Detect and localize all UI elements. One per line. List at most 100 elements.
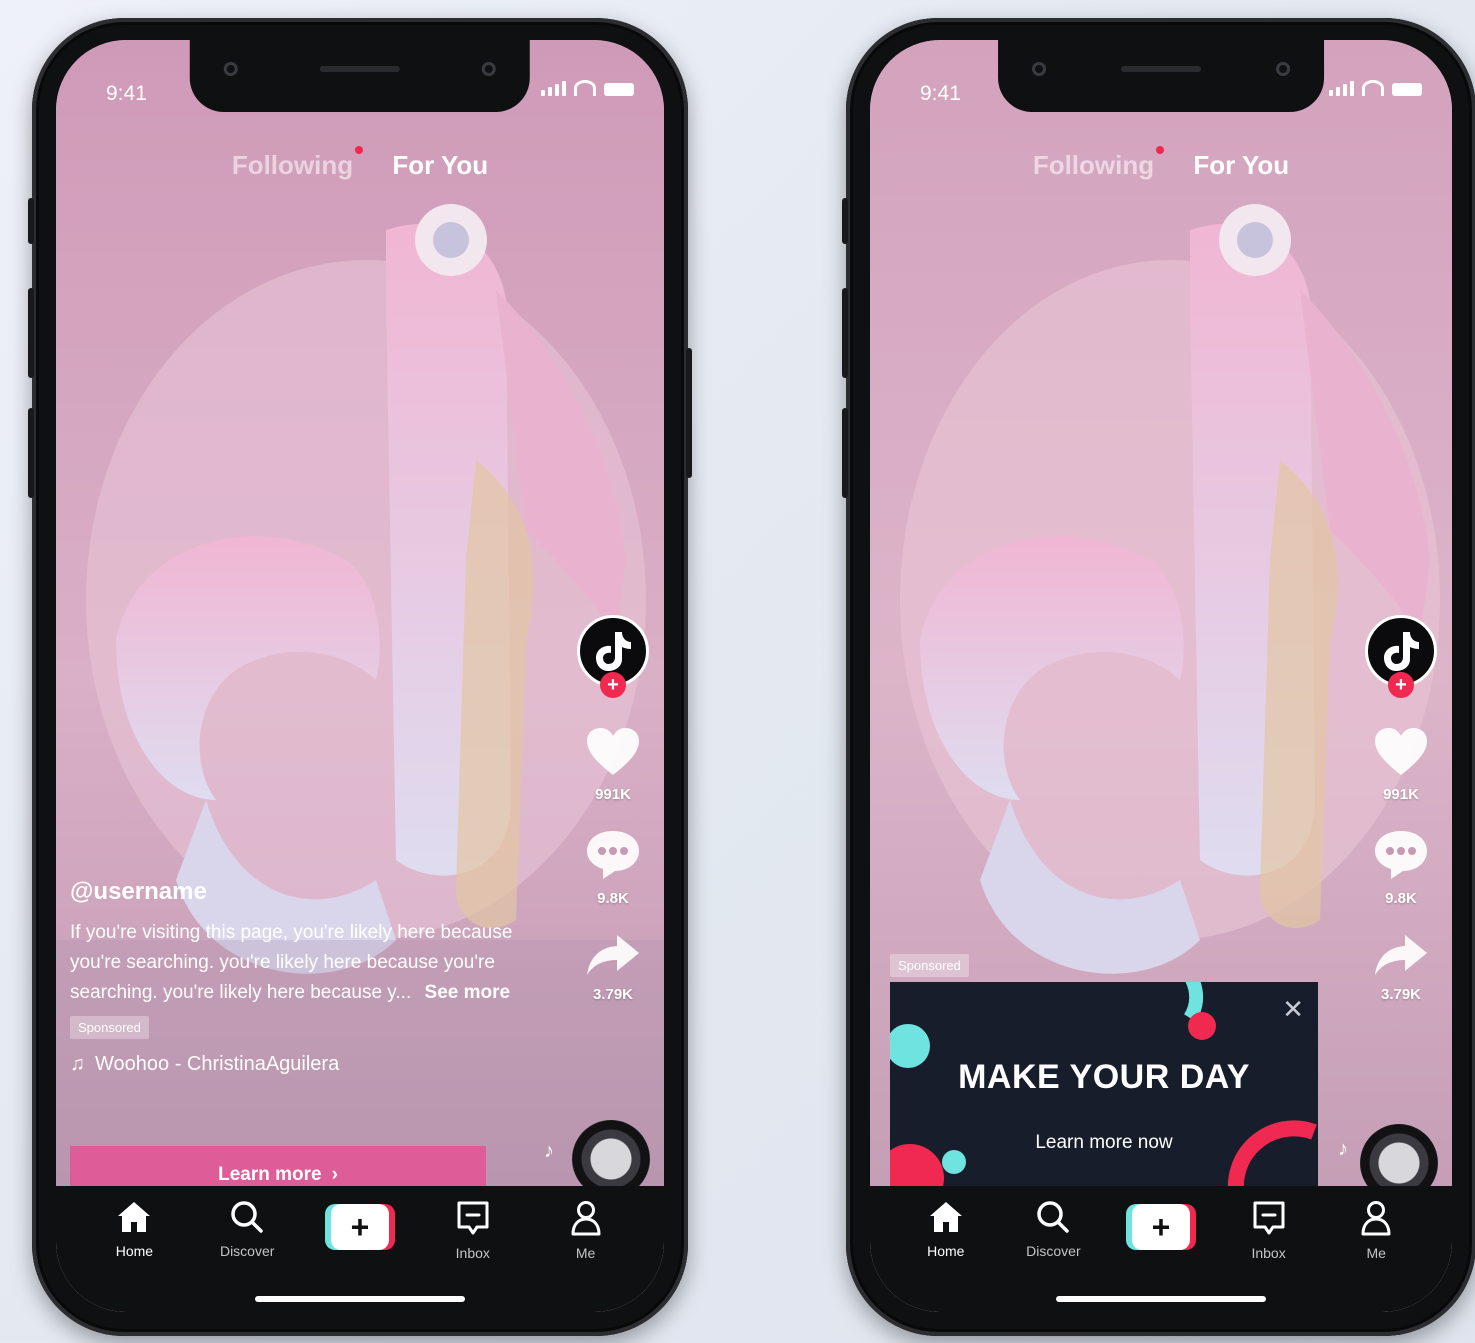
nav-create[interactable]: + [320,1200,400,1250]
comment-button[interactable]: 9.8K [1364,829,1438,907]
home-icon [118,1202,151,1232]
music-note-icon: ♪ [544,1140,554,1162]
feed-tabs: Following For You [56,146,664,181]
nav-home-label: Home [927,1243,965,1259]
tab-for-you[interactable]: For You [1193,150,1289,181]
volume-down-button [28,408,34,498]
phone-screen[interactable]: 9:41 Following For You + 991K 9.8K 3.79K… [56,40,664,1312]
signal-icon [1329,81,1354,96]
speaker-grille [320,66,400,72]
post-caption: If you're visiting this page, you're lik… [70,918,520,1008]
nav-home[interactable]: Home [906,1200,986,1259]
share-count: 3.79K [1380,986,1422,1003]
nav-me[interactable]: Me [1336,1200,1416,1261]
like-count: 991K [1383,786,1419,803]
ad-card[interactable]: ✕ MAKE YOUR DAY Learn more now [890,982,1318,1200]
tab-following[interactable]: Following [231,146,364,181]
follow-plus-icon[interactable]: + [1388,672,1414,698]
nav-discover-label: Discover [1026,1243,1081,1259]
post-username[interactable]: @username [70,878,520,906]
comment-count: 9.8K [1385,890,1417,907]
volume-up-button [842,288,848,378]
nav-me[interactable]: Me [546,1200,626,1261]
see-more-link[interactable]: See more [425,982,511,1003]
camera-dot [1275,62,1290,76]
camera-dot [482,62,497,76]
notch [189,40,531,112]
bottom-nav: Home Discover + Inbox Me [56,1186,664,1312]
inbox-icon [457,1201,489,1235]
search-icon [231,1201,263,1233]
music-title: Woohoo - ChristinaAguilera [95,1053,340,1075]
tab-for-you[interactable]: For You [392,150,488,181]
nav-discover[interactable]: Discover [1013,1200,1093,1259]
create-button[interactable]: + [324,1204,395,1250]
notification-dot [1156,146,1165,154]
nav-create[interactable]: + [1121,1200,1201,1250]
share-count: 3.79K [592,986,634,1003]
create-button[interactable]: + [1125,1204,1196,1250]
bottom-nav: Home Discover + Inbox Me [870,1186,1452,1312]
mute-switch [842,198,848,244]
action-rail: + 991K 9.8K 3.79K [576,615,650,1003]
ad-learn-more-link[interactable]: Learn more now [890,1132,1318,1154]
comment-bubble-icon [587,831,639,879]
home-indicator[interactable] [255,1296,465,1302]
ad-title: MAKE YOUR DAY [958,1058,1250,1096]
like-button[interactable]: 991K [1364,727,1438,803]
heart-icon [1375,728,1427,775]
nav-me-label: Me [575,1245,596,1261]
tab-following-label: Following [231,150,354,180]
heart-icon [587,728,639,775]
plus-icon: + [1131,1204,1190,1250]
volume-down-button [842,408,848,498]
home-indicator[interactable] [1056,1296,1266,1302]
sponsored-label: Sponsored [890,954,969,977]
sensor-dot [1032,62,1047,76]
battery-icon [604,83,634,96]
close-icon[interactable]: ✕ [1282,994,1304,1025]
share-button[interactable]: 3.79K [1364,933,1438,1003]
comment-bubble-icon [1375,831,1427,879]
notch [998,40,1324,112]
speaker-grille [1121,66,1201,72]
volume-up-button [28,288,34,378]
nav-me-label: Me [1366,1245,1386,1261]
wifi-icon [574,80,596,96]
nav-discover-label: Discover [219,1243,275,1259]
tab-following[interactable]: Following [1033,146,1165,181]
music-row[interactable]: ♫ Woohoo - ChristinaAguilera [70,1053,520,1076]
creator-avatar[interactable]: + [1365,615,1437,698]
person-icon [571,1201,601,1236]
like-button[interactable]: 991K [576,727,650,803]
search-icon [1037,1201,1070,1233]
phone-right: 9:41 Following For You + 991K 9.8K 3.79K… [842,18,1475,1336]
like-count: 991K [595,786,631,803]
comment-count: 9.8K [597,890,629,907]
creator-avatar[interactable]: + [577,615,649,698]
music-note-icon: ♫ [70,1053,85,1075]
share-button[interactable]: 3.79K [576,933,650,1003]
person-icon [1361,1201,1391,1236]
phone-screen[interactable]: 9:41 Following For You + 991K 9.8K 3.79K… [870,40,1452,1312]
signal-icon [541,81,566,96]
sponsored-tag: Sponsored [70,1016,149,1039]
music-note-icon: ♪ [1338,1138,1348,1160]
cta-label: Learn more [218,1164,322,1185]
nav-discover[interactable]: Discover [207,1200,287,1259]
follow-plus-icon[interactable]: + [600,672,626,698]
feed-tabs: Following For You [870,146,1452,181]
power-button [686,348,692,478]
comment-button[interactable]: 9.8K [576,829,650,907]
status-time: 9:41 [106,82,147,105]
share-arrow-icon [1375,935,1427,975]
nav-home[interactable]: Home [94,1200,174,1259]
inbox-icon [1253,1201,1285,1235]
share-arrow-icon [587,935,639,975]
status-icons [541,80,634,96]
phone-left: 9:41 Following For You + 991K 9.8K 3.79K… [28,18,692,1336]
sensor-dot [223,62,238,76]
nav-inbox[interactable]: Inbox [1229,1200,1309,1261]
nav-inbox[interactable]: Inbox [433,1200,513,1261]
tiktok-logo-icon [596,632,631,671]
